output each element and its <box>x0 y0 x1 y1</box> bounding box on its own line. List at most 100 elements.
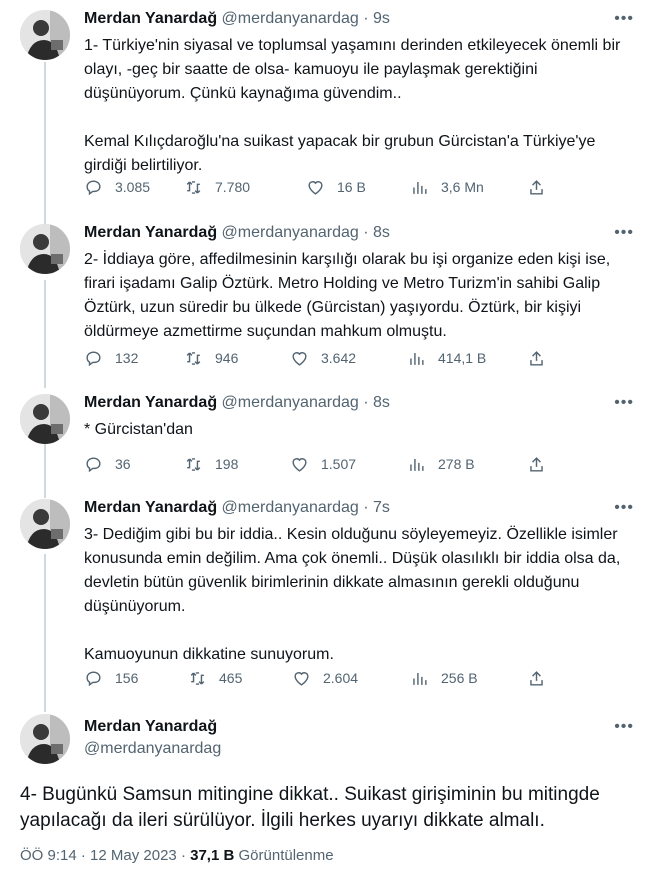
retweet-button[interactable]: 7.780 <box>184 176 250 198</box>
heart-icon <box>292 351 307 366</box>
tweet-text: 3- Dediğim gibi bu bir iddia.. Kesin old… <box>84 523 634 667</box>
share-icon <box>530 670 543 686</box>
tweet-paragraph: 2- İddiaya göre, affedilmesinin karşılığ… <box>84 251 611 340</box>
retweet-button[interactable]: 198 <box>184 453 238 475</box>
share-icon <box>530 456 543 472</box>
retweet-icon <box>186 180 201 194</box>
views-button[interactable]: 414,1 B <box>407 347 486 369</box>
like-count: 1.507 <box>321 456 357 472</box>
author-handle[interactable]: @merdanyanardag <box>222 224 359 241</box>
more-dots-icon[interactable]: ••• <box>614 394 634 412</box>
retweet-button[interactable]: 946 <box>184 347 238 369</box>
retweet-count: 198 <box>215 456 239 472</box>
avatar[interactable] <box>20 10 70 60</box>
views-button[interactable]: 3,6 Mn <box>410 176 484 198</box>
reply-button[interactable]: 3.085 <box>84 176 150 198</box>
share-button[interactable] <box>527 347 546 369</box>
separator: · <box>80 847 86 864</box>
views-chart-icon <box>413 672 427 685</box>
author-name[interactable]: Merdan Yanardağ <box>84 224 217 241</box>
reply-count: 36 <box>115 456 131 472</box>
tweet-1[interactable]: Merdan Yanardağ @merdanyanardag · 9s •••… <box>0 10 650 200</box>
tweet-date[interactable]: 12 May 2023 <box>90 847 177 864</box>
tweet-paragraph: Kamuoyunun dikkatine sunuyorum. <box>84 646 334 663</box>
views-count: 278 B <box>438 456 475 472</box>
separator: · <box>363 10 369 27</box>
tweet-text: 1- Türkiye'nin siyasal ve toplumsal yaşa… <box>84 34 634 178</box>
focused-tweet-text: 4- Bugünkü Samsun mitingine dikkat.. Sui… <box>20 784 600 831</box>
reply-count: 3.085 <box>115 179 151 195</box>
retweet-count: 946 <box>215 350 239 366</box>
tweet-paragraph: 3- Dediğim gibi bu bir iddia.. Kesin old… <box>84 526 621 615</box>
tweet-time[interactable]: ÖÖ 9:14 <box>20 847 77 864</box>
heart-icon <box>292 457 307 472</box>
retweet-icon <box>186 457 201 471</box>
like-button[interactable]: 1.507 <box>290 453 356 475</box>
reply-icon <box>86 456 101 472</box>
author-name[interactable]: Merdan Yanardağ <box>84 394 217 411</box>
share-button[interactable] <box>527 667 546 689</box>
separator: · <box>363 499 369 516</box>
views-count: 256 B <box>441 670 478 686</box>
author-handle[interactable]: @merdanyanardag <box>222 394 359 411</box>
share-icon <box>530 179 543 195</box>
author-name[interactable]: Merdan Yanardağ <box>84 718 217 736</box>
avatar[interactable] <box>20 224 70 274</box>
views-label: Görüntülenme <box>238 847 334 864</box>
author-handle[interactable]: @merdanyanardag <box>222 499 359 516</box>
views-count: 3,6 Mn <box>441 179 484 195</box>
timestamp[interactable]: 8s <box>373 394 390 411</box>
reply-count: 132 <box>115 350 139 366</box>
reply-icon <box>86 670 101 686</box>
share-button[interactable] <box>527 453 546 475</box>
timestamp[interactable]: 8s <box>373 224 390 241</box>
action-bar: 3.085 7.780 16 B 3,6 Mn <box>84 176 554 198</box>
like-button[interactable]: 2.604 <box>292 667 358 689</box>
avatar[interactable] <box>20 714 70 764</box>
reply-button[interactable]: 36 <box>84 453 131 475</box>
timestamp[interactable]: 9s <box>373 10 390 27</box>
views-button[interactable]: 278 B <box>407 453 475 475</box>
reply-button[interactable]: 156 <box>84 667 138 689</box>
views-chart-icon <box>413 181 427 194</box>
retweet-icon <box>190 671 205 685</box>
more-dots-icon[interactable]: ••• <box>614 718 634 736</box>
author-name[interactable]: Merdan Yanardağ <box>84 499 217 516</box>
timestamp[interactable]: 7s <box>373 499 390 516</box>
views-count: 37,1 B <box>190 847 235 864</box>
tweet-header: Merdan Yanardağ @merdanyanardag · 8s <box>84 224 390 242</box>
views-count: 414,1 B <box>438 350 487 366</box>
like-button[interactable]: 16 B <box>306 176 366 198</box>
avatar[interactable] <box>20 394 70 444</box>
avatar[interactable] <box>20 499 70 549</box>
tweet-text: * Gürcistan'dan <box>84 418 634 442</box>
share-icon <box>530 350 543 366</box>
more-dots-icon[interactable]: ••• <box>614 10 634 28</box>
views-button[interactable]: 256 B <box>410 667 478 689</box>
action-bar: 132 946 3.642 414,1 B <box>84 347 554 369</box>
author-name[interactable]: Merdan Yanardağ <box>84 10 217 27</box>
retweet-button[interactable]: 465 <box>188 667 242 689</box>
more-dots-icon[interactable]: ••• <box>614 499 634 517</box>
reply-icon <box>86 350 101 366</box>
author-handle[interactable]: @merdanyanardag <box>222 10 359 27</box>
tweet-header: Merdan Yanardağ @merdanyanardag · 7s <box>84 499 390 517</box>
separator: · <box>180 847 186 864</box>
action-bar: 36 198 1.507 278 B <box>84 453 554 475</box>
tweet-paragraph: * Gürcistan'dan <box>84 421 193 438</box>
tweet-4[interactable]: Merdan Yanardağ @merdanyanardag · 7s •••… <box>0 499 650 691</box>
action-bar: 156 465 2.604 256 B <box>84 667 554 689</box>
like-count: 3.642 <box>321 350 357 366</box>
tweet-2[interactable]: Merdan Yanardağ @merdanyanardag · 8s •••… <box>0 224 650 384</box>
share-button[interactable] <box>527 176 546 198</box>
more-dots-icon[interactable]: ••• <box>614 224 634 242</box>
separator: · <box>363 394 369 411</box>
retweet-count: 7.780 <box>215 179 251 195</box>
tweet-meta: ÖÖ 9:14 · 12 May 2023 · 37,1 B Görüntüle… <box>20 847 334 864</box>
reply-count: 156 <box>115 670 139 686</box>
tweet-3[interactable]: Merdan Yanardağ @merdanyanardag · 8s •••… <box>0 394 650 484</box>
tweet-text: 2- İddiaya göre, affedilmesinin karşılığ… <box>84 248 634 344</box>
author-handle[interactable]: @merdanyanardag <box>84 740 221 758</box>
like-button[interactable]: 3.642 <box>290 347 356 369</box>
reply-button[interactable]: 132 <box>84 347 138 369</box>
